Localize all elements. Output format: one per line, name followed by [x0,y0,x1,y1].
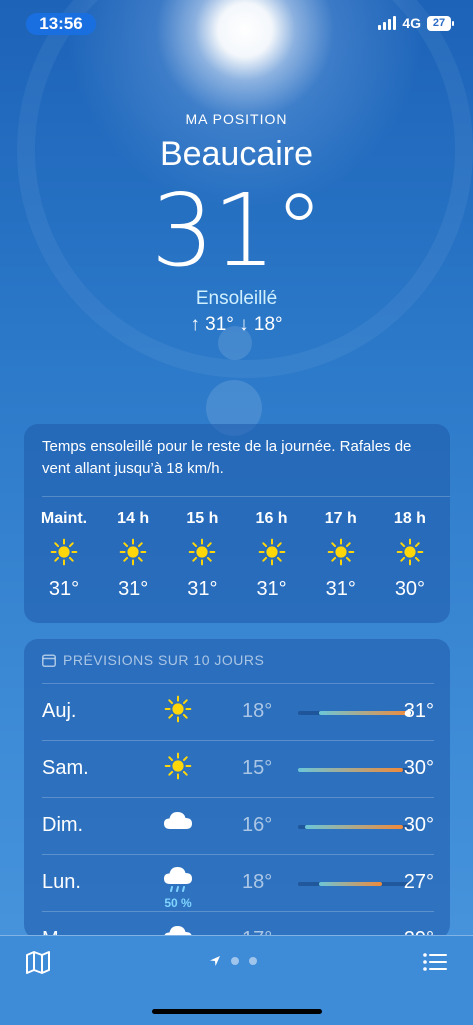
battery-icon: 27 [427,15,454,31]
temperature-range-bar [319,882,382,886]
day-name: Dim. [42,814,84,836]
sun-icon [396,538,424,566]
hour-label: 14 h [117,510,150,527]
day-weather-icon [158,809,198,841]
hour-label: 17 h [324,510,357,527]
page-indicator[interactable] [209,955,257,967]
day-row[interactable]: Auj. 18° 31° [42,683,434,740]
temperature-range-track [298,710,411,716]
location-arrow-icon [210,956,220,966]
home-indicator[interactable] [152,1009,322,1014]
hour-weather-icon [376,532,444,572]
hour-temperature: 31° [325,578,356,600]
hour-item[interactable]: 18 h 30° [376,510,444,601]
divider [42,854,434,855]
city-list-button[interactable] [421,948,449,976]
hour-temperature: 31° [48,578,80,600]
day-low-temp: 15° [242,757,273,779]
divider [42,496,450,497]
cloud-icon [164,812,192,829]
divider [42,740,434,741]
day-high-temp: 27° [403,871,434,893]
sun-icon [164,695,192,723]
hour-weather-icon [238,532,306,572]
daily-forecast-header: PRÉVISIONS SUR 10 JOURS [42,652,264,668]
status-indicators: 4G 27 [378,15,454,31]
status-time[interactable]: 13:56 [26,13,96,35]
hour-temperature: 31° [118,578,149,600]
hourly-list[interactable]: Maint. 31° 14 h 31° 15 h 31° 16 h 31° 17 h 3… [30,510,444,601]
map-icon [26,951,50,974]
day-name: Auj. [42,700,77,722]
temperature-range-track [298,768,410,772]
hour-weather-icon [30,532,98,572]
sun-icon [258,538,285,566]
day-high-temp: 30° [403,757,434,779]
day-row[interactable]: Dim. 16° 30° [42,797,434,854]
divider [42,683,434,684]
hour-label: 18 h [393,510,426,527]
day-low-temp: 18° [242,871,273,893]
sun-icon [327,538,355,566]
hour-label: Maint. [40,510,88,527]
city-name: Beaucaire [159,135,314,173]
hour-item[interactable]: 15 h 31° [168,510,236,601]
day-weather-icon [158,695,198,727]
hour-weather-icon [168,532,236,572]
temperature-range-track [298,882,410,886]
hour-label: 16 h [255,510,288,527]
day-low-temp: 16° [242,814,273,836]
hourly-forecast-card[interactable]: Temps ensoleillé pour le reste de la jou… [24,424,450,623]
hour-item[interactable]: 16 h 31° [238,510,306,601]
hour-label: 15 h [186,510,219,527]
day-weather-icon [158,752,198,784]
sun-icon [164,752,192,780]
hour-item[interactable]: Maint. 31° [30,510,98,601]
hour-temperature: 31° [187,578,218,600]
list-icon [423,953,447,971]
day-name: Sam. [42,757,89,779]
sun-icon [50,538,78,566]
hour-temperature: 31° [256,578,287,600]
page-dot[interactable] [249,957,257,965]
location-label: MA POSITION [185,111,288,127]
divider [42,797,434,798]
day-high-temp: 31° [403,700,434,722]
hour-item[interactable]: 14 h 31° [99,510,167,601]
divider [42,911,434,912]
hour-weather-icon [307,532,375,572]
map-button[interactable] [24,948,52,976]
calendar-icon [42,654,56,667]
cellular-signal-icon [378,16,397,30]
day-row[interactable]: Sam. 15° 30° [42,740,434,797]
temperature-range-bar [305,825,403,829]
day-weather-icon [158,866,198,898]
day-high-temp: 30° [403,814,434,836]
day-low-temp: 18° [242,700,273,722]
current-temperature: 31° [150,172,324,289]
temperature-range-track [298,825,410,829]
precipitation-chance: 50 % [164,896,192,910]
sun-icon [189,538,216,566]
current-condition: Ensoleillé [195,288,278,309]
forecast-summary: Temps ensoleillé pour le reste de la jou… [42,438,412,477]
daily-forecast-title: PRÉVISIONS SUR 10 JOURS [63,652,265,668]
hour-weather-icon [99,532,167,572]
network-type: 4G [402,15,421,31]
day-name: Lun. [42,871,81,893]
temperature-range-bar [298,768,403,772]
hour-temperature: 30° [394,578,426,600]
page-dot[interactable] [231,957,239,965]
temperature-range-bar [319,711,410,715]
hour-item[interactable]: 17 h 31° [307,510,375,601]
day-row[interactable]: Lun. 50 % 18° 27° [42,854,434,911]
high-low-temperature: ↑ 31° ↓ 18° [190,314,283,335]
rain-cloud-icon [164,867,192,892]
sun-icon [119,538,147,566]
daily-forecast-card[interactable]: PRÉVISIONS SUR 10 JOURS Auj. 18° 31° Sam… [24,639,450,939]
